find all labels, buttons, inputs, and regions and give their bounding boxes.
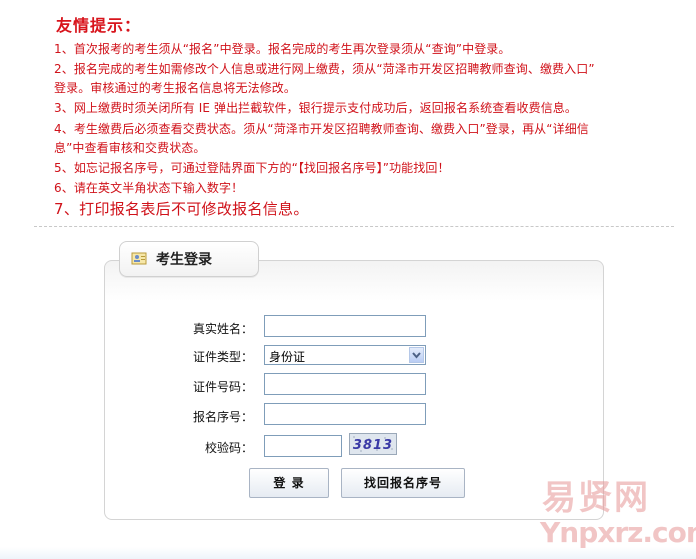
real-name-input[interactable] <box>264 315 426 337</box>
captcha-label: 校验码： <box>204 441 253 455</box>
notice-line-3: 3、网上缴费时须关闭所有 IE 弹出拦截软件，银行提示支付成功后，返回报名系统查… <box>54 101 577 115</box>
notice-line-5: 5、如忘记报名序号，可通过登陆界面下方的“【找回报名序号】”功能找回！ <box>54 161 450 175</box>
id-type-selected-value: 身份证 <box>269 350 306 364</box>
id-type-label: 证件类型： <box>192 350 253 364</box>
serial-label: 报名序号： <box>192 410 253 424</box>
dashed-divider <box>34 226 674 227</box>
notice-line-2: 2、报名完成的考生如需修改个人信息或进行网上缴费，须从“菏泽市开发区招聘教师查询… <box>54 62 595 76</box>
id-type-select[interactable]: 身份证 <box>264 345 426 365</box>
notice-line-6: 6、请在英文半角状态下输入数字！ <box>54 181 244 195</box>
recover-serial-button[interactable]: 找回报名序号 <box>341 468 465 498</box>
id-number-input[interactable] <box>264 373 426 395</box>
serial-number-input[interactable] <box>264 403 426 425</box>
name-label: 真实姓名： <box>192 322 253 336</box>
user-card-icon <box>131 252 147 265</box>
chevron-down-icon[interactable] <box>409 347 424 363</box>
notice-line-4-cont: 息”中查看审核和交费状态。 <box>54 141 206 155</box>
watermark-logo-en: Ynpxrz.com <box>540 516 696 549</box>
notice-line-1: 1、首次报考的考生须从“报名”中登录。报名完成的考生再次登录须从“查询”中登录。 <box>54 42 511 56</box>
watermark-logo-cn: 易贤网 <box>542 478 650 518</box>
notice-line-4: 4、考生缴费后必须查看交费状态。须从“菏泽市开发区招聘教师查询、缴费入口”登录，… <box>54 122 589 136</box>
login-panel-title: 考生登录 <box>156 252 212 268</box>
captcha-input[interactable] <box>264 435 342 457</box>
login-button[interactable]: 登 录 <box>249 468 329 498</box>
id-number-label: 证件号码： <box>192 380 253 394</box>
notice-title: 友情提示： <box>56 16 142 35</box>
captcha-image[interactable]: 3813 <box>349 433 397 455</box>
captcha-text: 3813 <box>353 438 393 453</box>
notice-line-7: 7、打印报名表后不可修改报名信息。 <box>54 200 309 218</box>
notice-line-2-cont: 登录。审核通过的考生报名信息将无法修改。 <box>54 81 297 95</box>
